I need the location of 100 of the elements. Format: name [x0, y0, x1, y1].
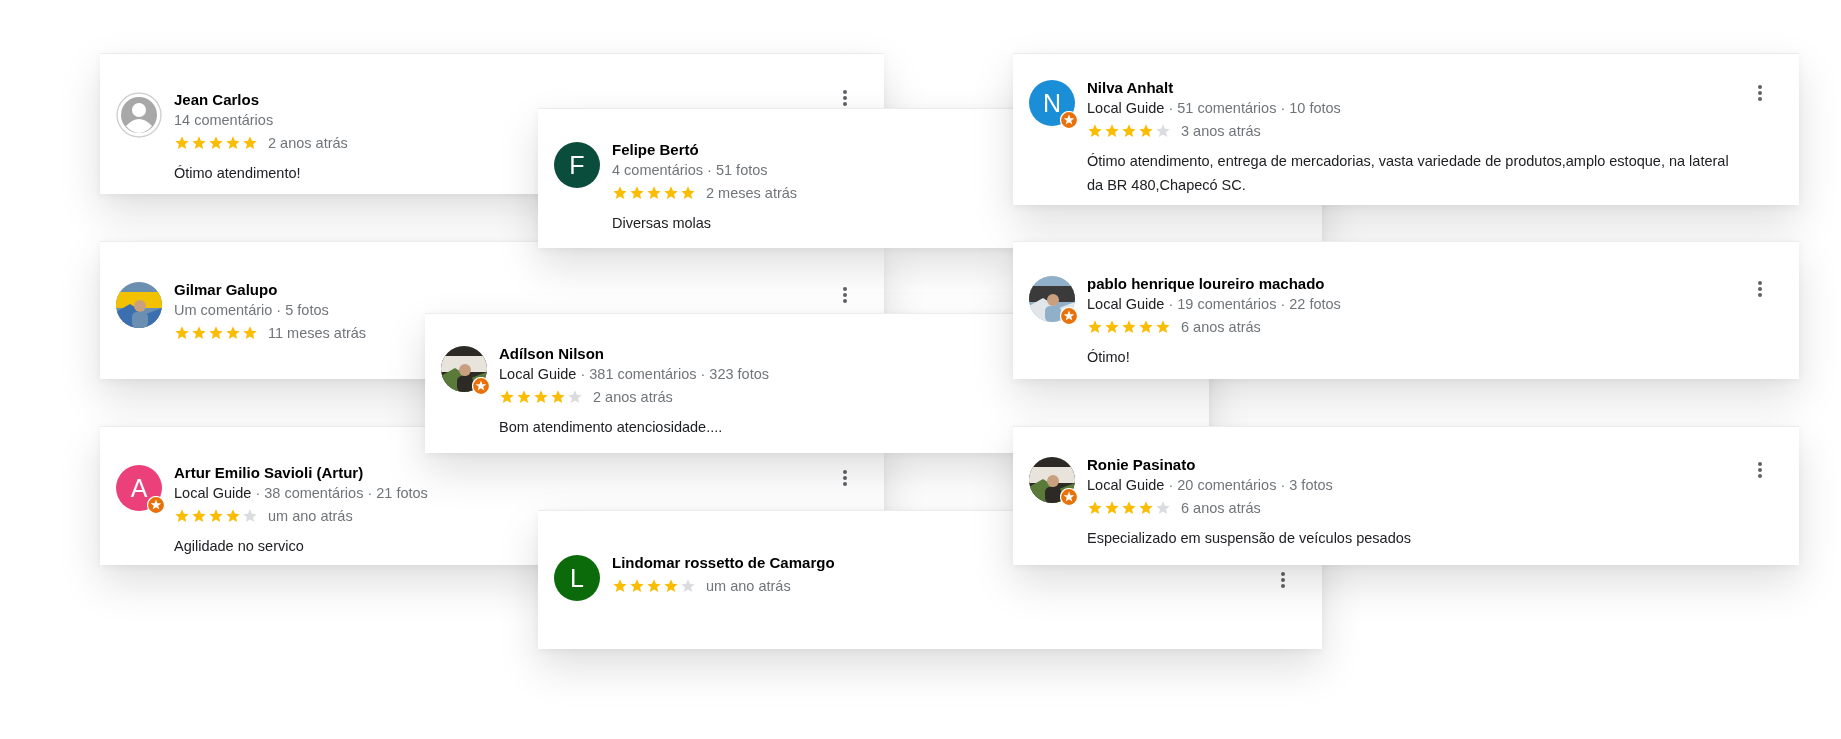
reviewer-stats: · 38 comentários · 21 fotos — [255, 484, 428, 503]
reviewer-stats: Um comentário · 5 fotos — [174, 301, 329, 320]
more-options-icon[interactable] — [1757, 84, 1763, 102]
star-icon — [1104, 319, 1120, 335]
star-icon — [1087, 500, 1103, 516]
star-icon — [1138, 500, 1154, 516]
reviewer-name[interactable]: Ronie Pasinato — [1087, 455, 1196, 475]
avatar-letter: F — [569, 150, 585, 180]
avatar[interactable]: L — [554, 555, 600, 601]
star-icon — [663, 578, 679, 594]
star-icon — [499, 389, 515, 405]
reviewer-stats: 4 comentários · 51 fotos — [612, 161, 768, 180]
reviewer-stats: · 19 comentários · 22 fotos — [1168, 295, 1341, 314]
star-icon — [533, 389, 549, 405]
star-icon — [1138, 319, 1154, 335]
star-icon — [646, 578, 662, 594]
review-time: 6 anos atrás — [1181, 500, 1261, 516]
star-icon — [242, 135, 258, 151]
star-icon — [225, 135, 241, 151]
review-time: um ano atrás — [268, 508, 353, 524]
reviewer-stats: · 20 comentários · 3 fotos — [1168, 476, 1333, 495]
star-icon — [242, 508, 258, 524]
star-icon — [191, 135, 207, 151]
star-icon — [208, 508, 224, 524]
reviewer-name[interactable]: Lindomar rossetto de Camargo — [612, 553, 835, 573]
review-text: Especializado em suspensão de veículos pesados — [1087, 529, 1412, 548]
review-time: 3 anos atrás — [1181, 123, 1261, 139]
reviewer-name[interactable]: Nilva Anhalt — [1087, 78, 1174, 98]
star-icon — [174, 325, 190, 341]
review-text: Ótimo! — [1087, 348, 1130, 367]
star-icon — [1155, 319, 1171, 335]
reviewer-name[interactable]: Jean Carlos — [174, 90, 260, 110]
review-time: 6 anos atrás — [1181, 319, 1261, 335]
review-time: 2 anos atrás — [268, 135, 348, 151]
star-icon — [612, 578, 628, 594]
avatar[interactable] — [441, 346, 487, 392]
reviewer-stats: 14 comentários — [174, 111, 274, 130]
review-time: 2 anos atrás — [593, 389, 673, 405]
star-icon — [174, 135, 190, 151]
review-text: Diversas molas — [612, 214, 712, 233]
local-guide-label: Local Guide — [499, 365, 577, 384]
reviewer-name[interactable]: pablo henrique loureiro machado — [1087, 274, 1325, 294]
more-options-icon[interactable] — [1757, 280, 1763, 298]
review-time: 11 meses atrás — [268, 325, 367, 341]
star-icon — [1104, 500, 1120, 516]
local-guide-label: Local Guide — [1087, 295, 1165, 314]
star-icon — [1121, 123, 1137, 139]
local-guide-label: Local Guide — [1087, 99, 1165, 118]
user-icon — [116, 92, 162, 138]
reviewer-stats: · 381 comentários · 323 fotos — [580, 365, 769, 384]
star-icon — [612, 185, 628, 201]
reviewer-stats: · 51 comentários · 10 fotos — [1168, 99, 1341, 118]
local-guide-label: Local Guide — [174, 484, 252, 503]
avatar[interactable]: F — [554, 142, 600, 188]
star-icon — [242, 325, 258, 341]
star-icon — [1121, 500, 1137, 516]
star-icon — [208, 325, 224, 341]
review-text: Bom atendimento atenciosidade.... — [499, 418, 723, 437]
star-icon — [208, 135, 224, 151]
star-icon — [516, 389, 532, 405]
star-icon — [1155, 123, 1171, 139]
review-text: Ótimo atendimento, entrega de mercadorias, vasta variedade de produtos,amplo estoque, na lateral da BR 480,Chapecó SC. — [1087, 152, 1730, 195]
star-icon — [1104, 123, 1120, 139]
star-icon — [629, 578, 645, 594]
star-icon — [174, 508, 190, 524]
avatar[interactable] — [1029, 457, 1075, 503]
star-icon — [550, 389, 566, 405]
star-icon — [629, 185, 645, 201]
star-icon — [646, 185, 662, 201]
reviewer-name[interactable]: Felipe Bertó — [612, 140, 699, 160]
star-icon — [1121, 319, 1137, 335]
star-icon — [191, 325, 207, 341]
star-icon — [225, 508, 241, 524]
more-options-icon[interactable] — [1757, 461, 1763, 479]
reviewer-name[interactable]: Adílson Nilson — [499, 344, 604, 364]
star-icon — [191, 508, 207, 524]
star-icon — [567, 389, 583, 405]
avatar-letter: N — [1042, 88, 1062, 118]
more-options-icon[interactable] — [842, 286, 848, 304]
review-text: Ótimo atendimento! — [174, 164, 301, 183]
avatar[interactable] — [1029, 276, 1075, 322]
star-icon — [1087, 123, 1103, 139]
more-options-icon[interactable] — [842, 89, 848, 107]
more-options-icon[interactable] — [842, 469, 848, 487]
star-icon — [680, 185, 696, 201]
review-time: um ano atrás — [706, 578, 791, 594]
star-icon — [225, 325, 241, 341]
avatar-letter: A — [130, 473, 148, 503]
avatar[interactable]: N — [1029, 80, 1075, 126]
avatar[interactable]: A — [116, 465, 162, 511]
star-icon — [1155, 500, 1171, 516]
more-options-icon[interactable] — [1280, 571, 1286, 589]
review-time: 2 meses atrás — [706, 185, 798, 201]
star-icon — [663, 185, 679, 201]
local-guide-label: Local Guide — [1087, 476, 1165, 495]
reviewer-name[interactable]: Gilmar Galupo — [174, 280, 278, 300]
avatar-letter: L — [570, 563, 584, 593]
review-text: Agilidade no servico — [174, 537, 304, 556]
star-icon — [680, 578, 696, 594]
reviewer-name[interactable]: Artur Emilio Savioli (Artur) — [174, 463, 364, 483]
